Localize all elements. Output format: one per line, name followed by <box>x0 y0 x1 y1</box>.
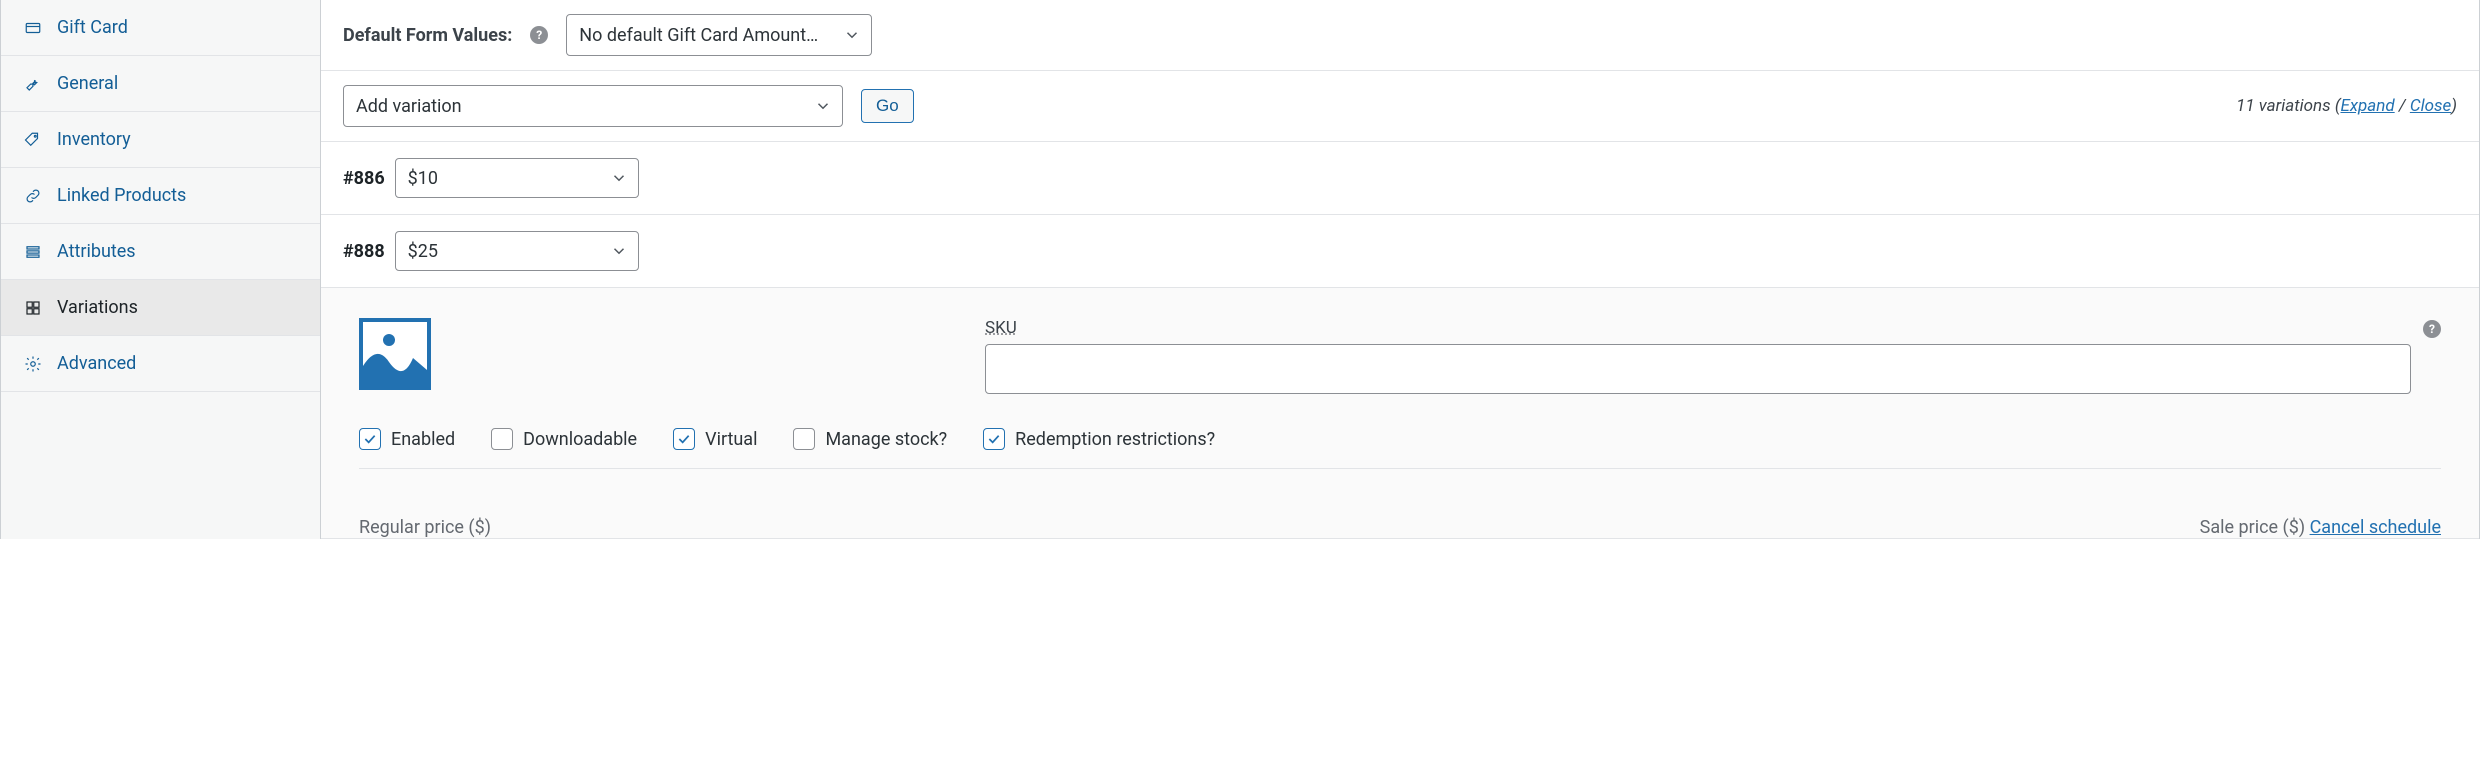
list-icon <box>23 242 43 262</box>
tab-label: Linked Products <box>57 185 186 206</box>
chevron-down-icon <box>608 240 630 262</box>
card-icon <box>23 18 43 38</box>
variation-attribute-select[interactable]: $10 <box>395 158 639 198</box>
tab-label: Variations <box>57 297 138 318</box>
default-form-row: Default Form Values: ? No default Gift C… <box>321 0 2479 71</box>
help-icon[interactable]: ? <box>530 26 548 44</box>
sku-input[interactable] <box>985 344 2411 394</box>
tab-inventory[interactable]: Inventory <box>1 112 320 168</box>
price-row: Regular price ($) Sale price ($) Cancel … <box>359 469 2441 538</box>
sale-price-wrap: Sale price ($) Cancel schedule <box>2200 517 2441 538</box>
select-value: $25 <box>408 241 438 262</box>
tab-variations[interactable]: Variations <box>1 280 320 336</box>
go-button[interactable]: Go <box>861 89 914 123</box>
tab-advanced[interactable]: Advanced <box>1 336 320 392</box>
default-form-label: Default Form Values: <box>343 25 512 46</box>
virtual-checkbox[interactable]: Virtual <box>673 428 757 450</box>
wrench-icon <box>23 74 43 94</box>
select-value: Add variation <box>356 96 462 117</box>
tab-gift-card[interactable]: Gift Card <box>1 0 320 56</box>
variation-id: #886 <box>343 168 385 189</box>
add-variation-row: Add variation Go 11 variations (Expand /… <box>321 71 2479 142</box>
sale-price-label: Sale price ($) <box>2200 517 2310 538</box>
downloadable-checkbox[interactable]: Downloadable <box>491 428 637 450</box>
cancel-schedule-link[interactable]: Cancel schedule <box>2310 517 2441 538</box>
manage-stock-checkbox[interactable]: Manage stock? <box>793 428 947 450</box>
tab-label: Inventory <box>57 129 131 150</box>
sku-field-wrap: SKU ? <box>985 318 2441 394</box>
regular-price-label: Regular price ($) <box>359 517 491 538</box>
variations-count: 11 variations (Expand / Close) <box>2236 96 2457 116</box>
help-icon[interactable]: ? <box>2423 320 2441 338</box>
chevron-down-icon <box>812 95 834 117</box>
checkbox-label: Virtual <box>705 429 757 450</box>
variation-panel: SKU ? Enabled Downloadable Virtual <box>321 288 2479 539</box>
checkbox-label: Redemption restrictions? <box>1015 429 1215 450</box>
chevron-down-icon <box>608 167 630 189</box>
product-data-tabs: Gift Card General Inventory Linked Produ… <box>1 0 321 539</box>
enabled-checkbox[interactable]: Enabled <box>359 428 455 450</box>
link-icon <box>23 186 43 206</box>
tab-label: Advanced <box>57 353 136 374</box>
checkbox-label: Downloadable <box>523 429 637 450</box>
tag-icon <box>23 130 43 150</box>
tab-label: Gift Card <box>57 17 128 38</box>
image-placeholder-icon <box>363 322 427 386</box>
grid-icon <box>23 298 43 318</box>
sku-label: SKU <box>985 318 2411 338</box>
redemption-restrictions-checkbox[interactable]: Redemption restrictions? <box>983 428 1215 450</box>
checkbox-label: Manage stock? <box>825 429 947 450</box>
close-link[interactable]: Close <box>2410 96 2451 116</box>
variation-row[interactable]: #888 $25 <box>321 215 2479 288</box>
variation-id: #888 <box>343 241 385 262</box>
select-value: $10 <box>408 168 438 189</box>
select-value: No default Gift Card Amount… <box>579 25 818 46</box>
tab-general[interactable]: General <box>1 56 320 112</box>
tab-label: General <box>57 73 118 94</box>
default-gift-card-select[interactable]: No default Gift Card Amount… <box>566 14 872 56</box>
main-panel: Default Form Values: ? No default Gift C… <box>321 0 2480 539</box>
chevron-down-icon <box>841 24 863 46</box>
add-variation-select[interactable]: Add variation <box>343 85 843 127</box>
expand-link[interactable]: Expand <box>2340 96 2394 116</box>
tab-linked-products[interactable]: Linked Products <box>1 168 320 224</box>
variation-row[interactable]: #886 $10 <box>321 142 2479 215</box>
gear-icon <box>23 354 43 374</box>
variation-options-row: Enabled Downloadable Virtual Manage stoc… <box>359 394 2441 469</box>
tab-label: Attributes <box>57 241 136 262</box>
variation-image-upload[interactable] <box>359 318 431 390</box>
checkbox-label: Enabled <box>391 429 455 450</box>
tab-attributes[interactable]: Attributes <box>1 224 320 280</box>
variation-attribute-select[interactable]: $25 <box>395 231 639 271</box>
